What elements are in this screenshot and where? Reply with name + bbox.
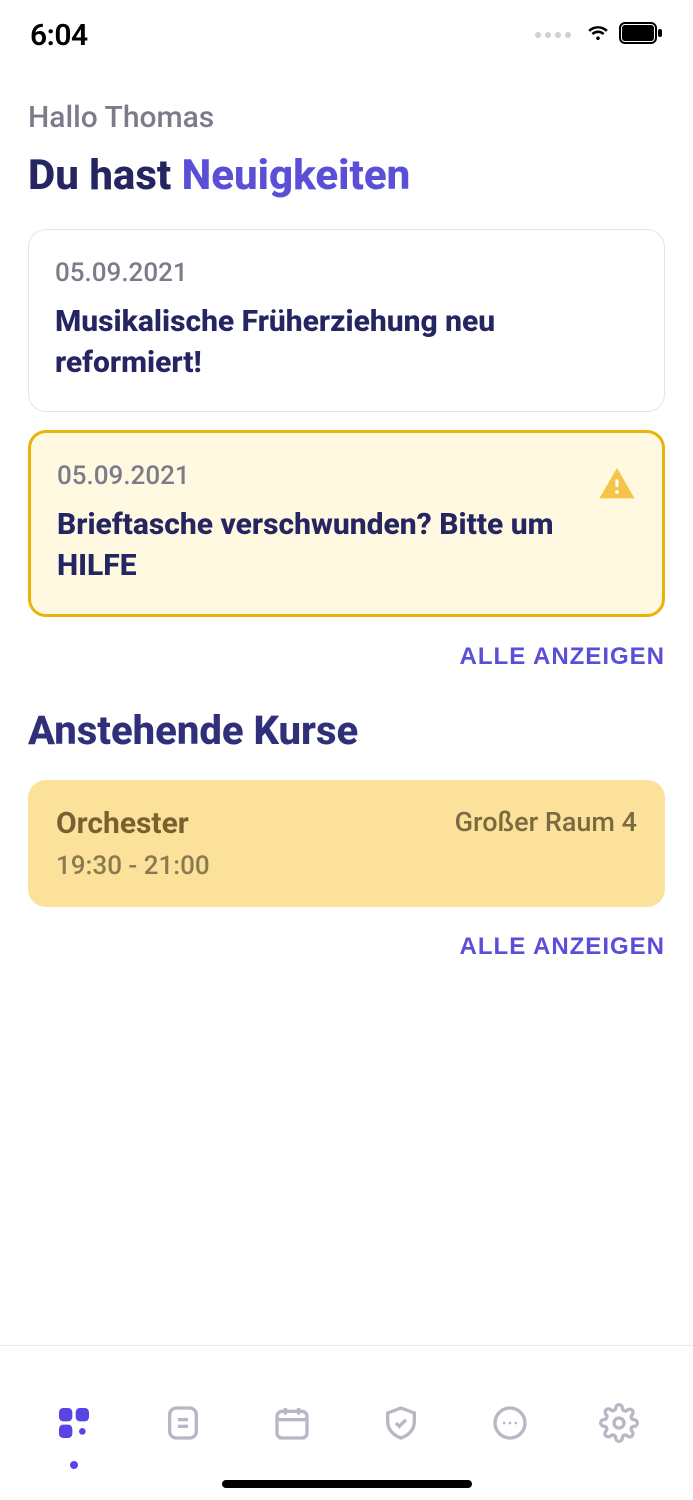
course-name: Orchester [56, 806, 210, 841]
show-all-courses-button[interactable]: ALLE ANZEIGEN [460, 933, 665, 961]
status-time: 6:04 [30, 18, 88, 53]
wifi-icon [585, 20, 611, 50]
nav-shield[interactable] [371, 1383, 431, 1463]
show-all-courses-row: ALLE ANZEIGEN [28, 933, 665, 961]
battery-icon [619, 22, 663, 48]
nav-settings[interactable] [589, 1383, 649, 1463]
news-date: 05.09.2021 [55, 258, 638, 288]
warning-icon [598, 465, 636, 507]
nav-active-indicator [70, 1461, 78, 1469]
news-title: Musikalische Früherziehung neu reformier… [55, 302, 638, 383]
show-all-news-button[interactable]: ALLE ANZEIGEN [460, 643, 665, 671]
headline-accent: Neuigkeiten [182, 151, 411, 200]
main-content: Hallo Thomas Du hast Neuigkeiten 05.09.2… [0, 70, 693, 1345]
nav-chat[interactable] [480, 1383, 540, 1463]
course-time: 19:30 - 21:00 [56, 851, 210, 881]
status-bar: 6:04 [0, 0, 693, 70]
show-all-news-row: ALLE ANZEIGEN [28, 643, 665, 671]
home-indicator [222, 1480, 472, 1488]
nav-notes[interactable] [153, 1383, 213, 1463]
greeting-text: Hallo Thomas [28, 100, 665, 135]
news-card-alert[interactable]: 05.09.2021 Brieftasche verschwunden? Bit… [28, 430, 665, 617]
status-right [535, 20, 663, 50]
cellular-dots-icon [535, 32, 571, 38]
headline-prefix: Du hast [28, 151, 182, 200]
course-card[interactable]: Orchester 19:30 - 21:00 Großer Raum 4 [28, 780, 665, 907]
nav-home[interactable] [44, 1383, 104, 1463]
news-card[interactable]: 05.09.2021 Musikalische Früherziehung ne… [28, 229, 665, 412]
news-date: 05.09.2021 [57, 461, 636, 491]
upcoming-section-title: Anstehende Kurse [28, 707, 665, 754]
nav-calendar[interactable] [262, 1383, 322, 1463]
bottom-nav [0, 1345, 693, 1500]
news-title: Brieftasche verschwunden? Bitte um HILFE [57, 505, 636, 586]
course-room: Großer Raum 4 [455, 806, 637, 838]
headline: Du hast Neuigkeiten [28, 153, 665, 199]
